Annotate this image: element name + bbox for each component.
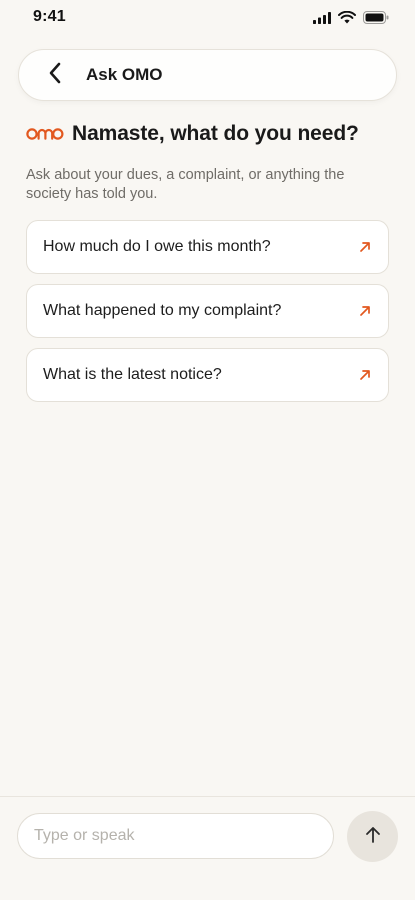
suggestion-label: What happened to my complaint? [43,302,282,319]
arrow-up-right-icon [358,368,372,382]
chevron-left-icon [48,62,62,89]
ask-omo-screen: 9:41 Ask OMO Namaste, what do you need? … [0,0,415,900]
suggestion-list: How much do I owe this month? What happe… [26,220,389,412]
top-app-bar: Ask OMO [18,49,397,101]
omo-logo-icon [26,124,64,144]
composer-bar [0,796,415,900]
suggestion-label: How much do I owe this month? [43,238,271,255]
greeting-row: Namaste, what do you need? [26,122,359,146]
suggestion-label: What is the latest notice? [43,366,222,383]
arrow-up-right-icon [358,304,372,318]
suggestion-complaint[interactable]: What happened to my complaint? [26,284,389,338]
message-input[interactable] [17,813,334,859]
send-button[interactable] [347,811,398,862]
greeting-title: Namaste, what do you need? [72,122,359,145]
status-time: 9:41 [33,8,66,25]
wifi-icon [338,10,356,29]
page-title: Ask OMO [86,65,163,84]
greeting-subtitle: Ask about your dues, a complaint, or any… [26,167,345,202]
arrow-up-icon [365,826,381,847]
status-icons [313,10,389,29]
battery-icon [363,11,389,29]
cellular-signal-icon [313,11,331,29]
suggestion-notice[interactable]: What is the latest notice? [26,348,389,402]
status-bar: 9:41 [0,0,415,36]
suggestion-dues[interactable]: How much do I owe this month? [26,220,389,274]
arrow-up-right-icon [358,240,372,254]
back-button[interactable] [48,55,88,95]
